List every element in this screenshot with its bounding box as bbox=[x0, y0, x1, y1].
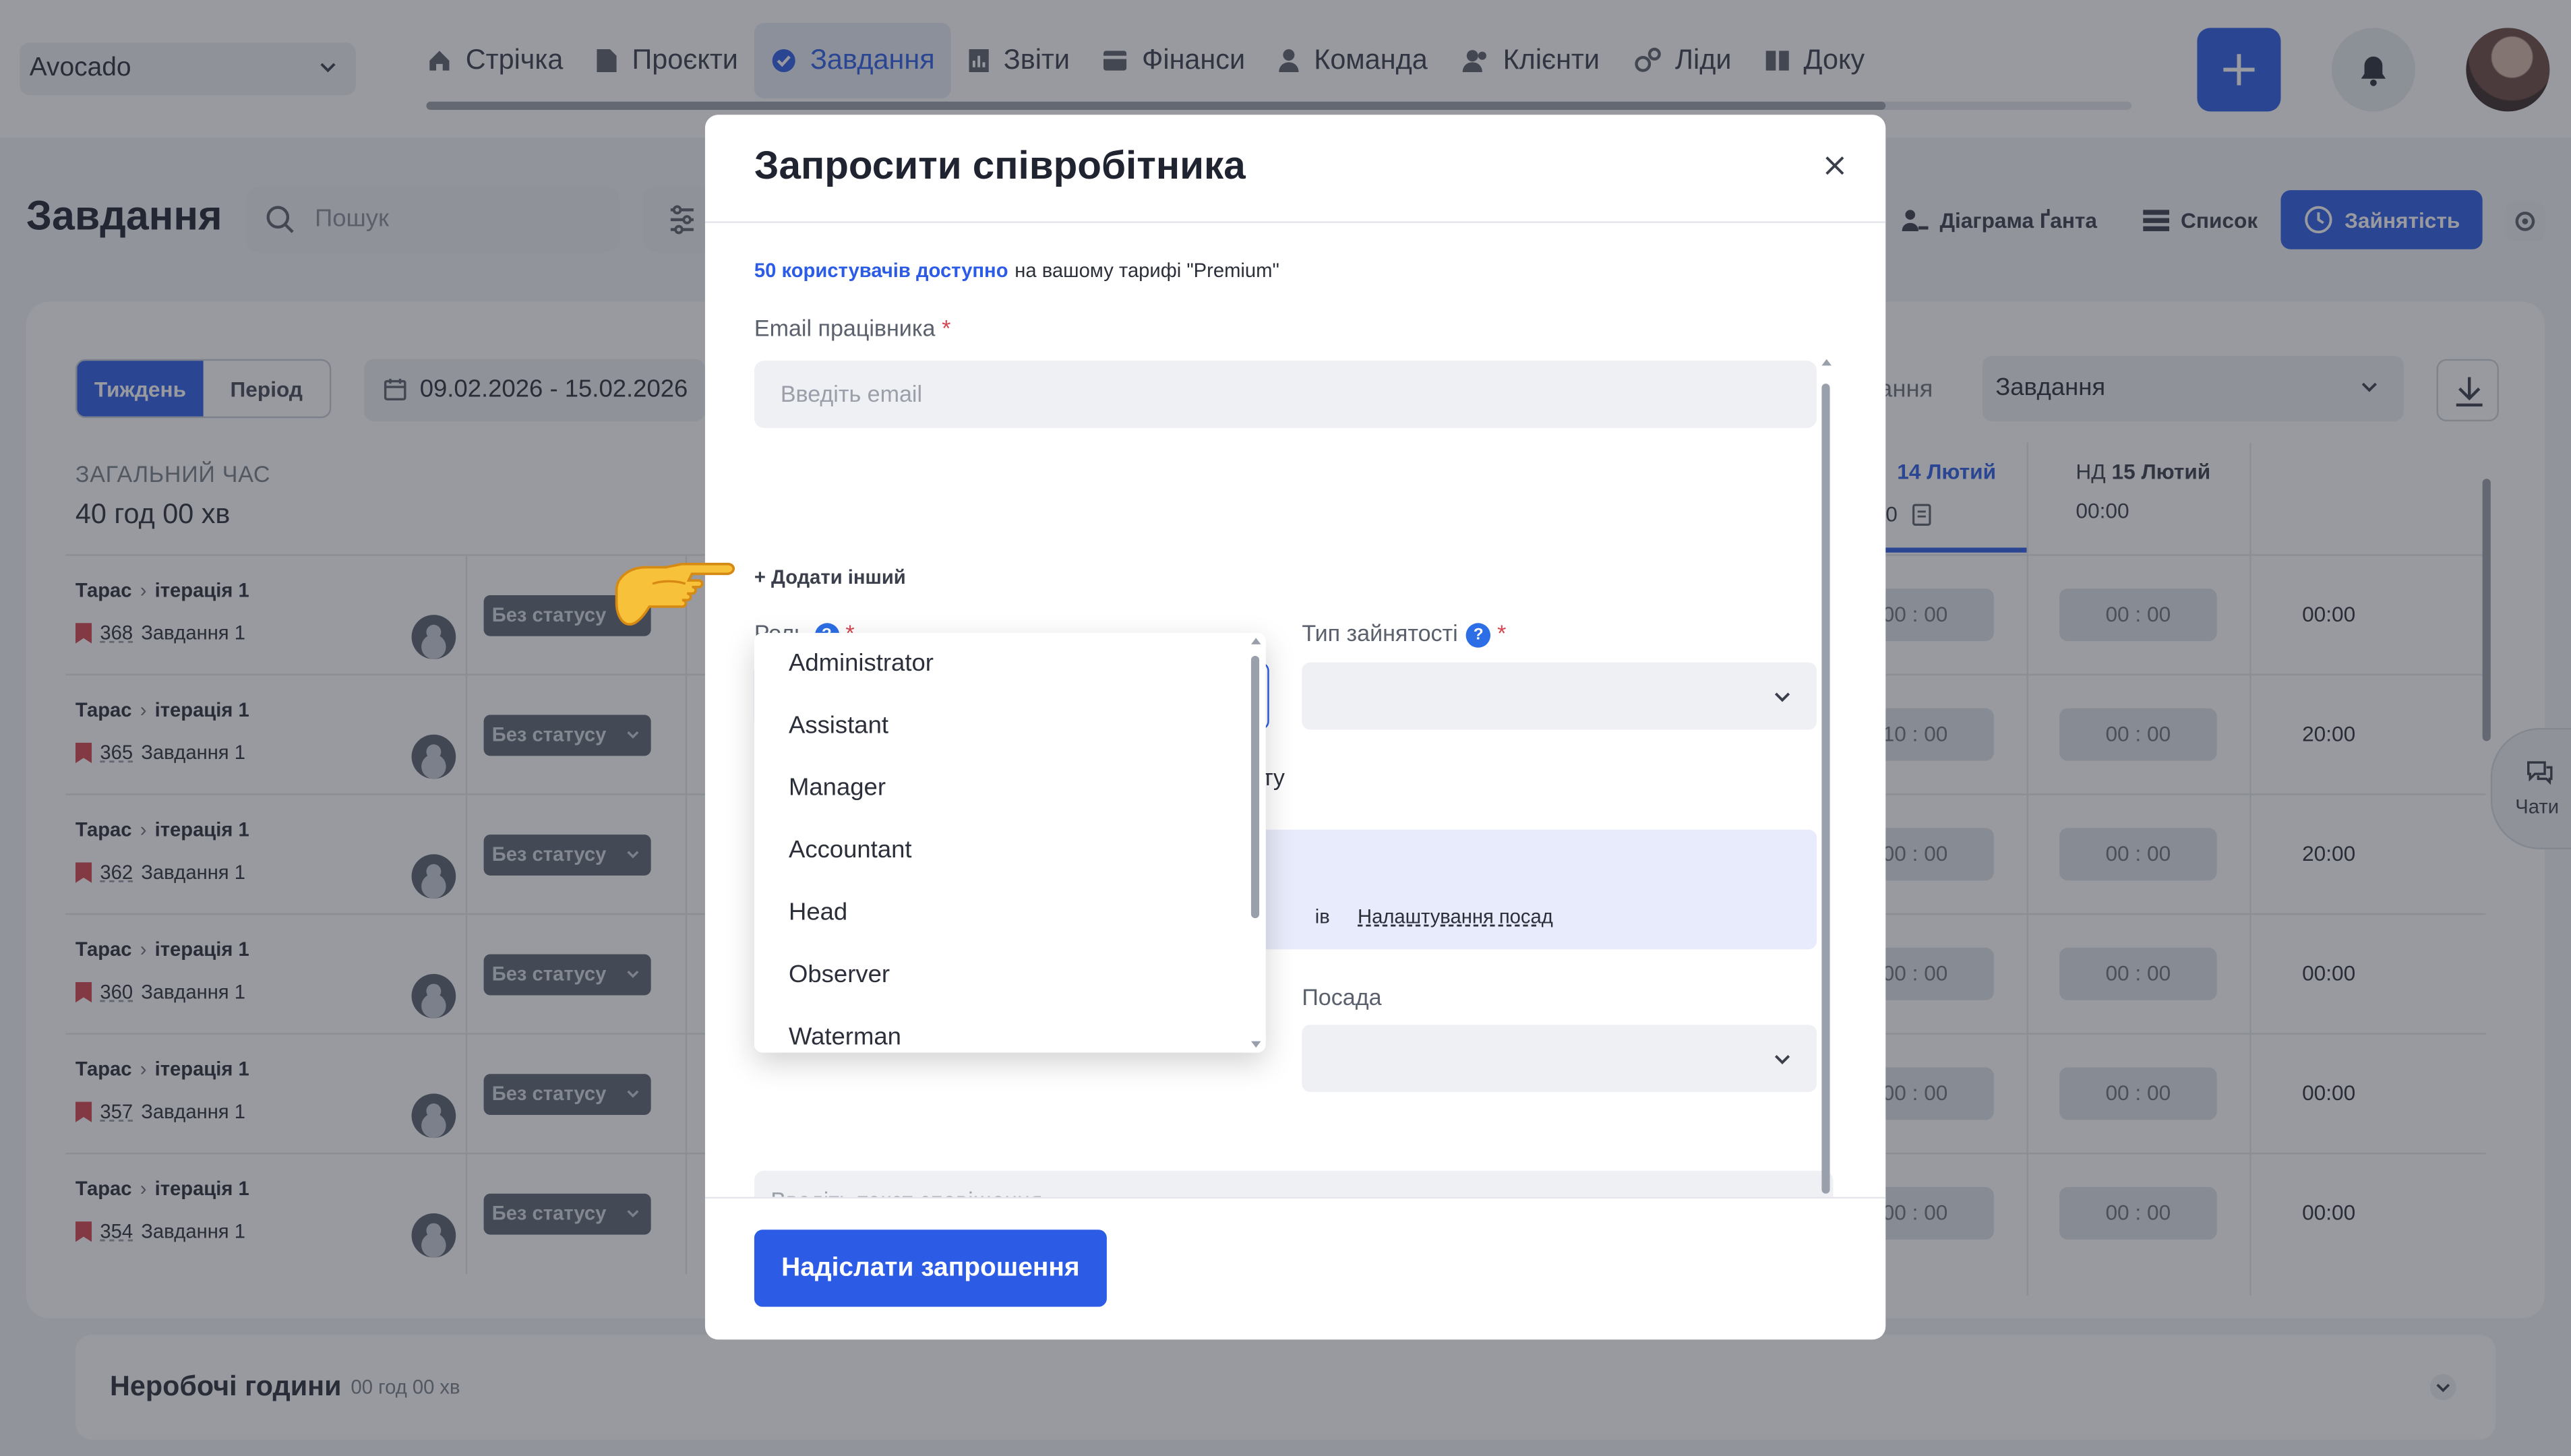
employment-label-text: Тип зайнятості bbox=[1302, 619, 1458, 646]
dropdown-scrollbar[interactable] bbox=[1249, 638, 1262, 1048]
modal-title: Запросити співробітника bbox=[754, 144, 1246, 189]
message-placeholder: Введіть текст сповіщення bbox=[770, 1187, 1042, 1197]
send-invitation-button[interactable]: Надіслати запрошення bbox=[754, 1230, 1107, 1307]
required-marker: * bbox=[1497, 619, 1507, 646]
message-textarea[interactable]: Введіть текст сповіщення bbox=[754, 1170, 1834, 1197]
role-option-manager[interactable]: Manager bbox=[789, 774, 886, 801]
divider bbox=[704, 1196, 1886, 1199]
scroll-up-icon[interactable] bbox=[1249, 636, 1262, 646]
chevron-down-icon bbox=[1774, 692, 1790, 702]
plan-availability: 50 користувачів доступно на вашому тарифі… bbox=[754, 259, 1279, 282]
role-option-waterman[interactable]: Waterman bbox=[789, 1023, 901, 1051]
positions-settings-link[interactable]: Налаштування посад bbox=[1358, 905, 1553, 928]
chevron-down-icon bbox=[1774, 1055, 1790, 1064]
employment-type-label: Тип зайнятості? * bbox=[1302, 619, 1507, 648]
email-label: Email працівника * bbox=[754, 315, 951, 341]
hidden-label-fragment: ту bbox=[1262, 764, 1285, 791]
required-marker: * bbox=[942, 315, 951, 341]
email-label-text: Email працівника bbox=[754, 315, 936, 341]
scroll-up-icon[interactable] bbox=[1820, 357, 1833, 367]
role-option-observer[interactable]: Observer bbox=[789, 961, 890, 988]
close-icon[interactable] bbox=[1823, 154, 1846, 177]
role-option-head[interactable]: Head bbox=[789, 899, 847, 926]
role-option-administrator[interactable]: Administrator bbox=[789, 649, 934, 677]
info-fragment: ів bbox=[1314, 905, 1330, 928]
help-icon[interactable]: ? bbox=[1465, 622, 1491, 648]
pointing-hand-icon bbox=[615, 562, 735, 626]
role-option-accountant[interactable]: Accountant bbox=[789, 837, 912, 864]
email-placeholder: Введіть email bbox=[780, 380, 923, 407]
employment-type-select[interactable] bbox=[1302, 662, 1817, 730]
role-options-dropdown: Administrator Assistant Manager Accounta… bbox=[754, 632, 1266, 1053]
email-field[interactable]: Введіть email bbox=[754, 361, 1817, 428]
scroll-down-icon[interactable] bbox=[1249, 1039, 1262, 1050]
plan-text: на вашому тарифі "Premium" bbox=[1015, 259, 1279, 282]
users-available-link[interactable]: 50 користувачів доступно bbox=[754, 259, 1008, 282]
modal-scrollbar[interactable] bbox=[1820, 359, 1833, 1197]
position-select[interactable] bbox=[1302, 1025, 1817, 1092]
position-label: Посада bbox=[1302, 983, 1382, 1010]
role-option-assistant[interactable]: Assistant bbox=[789, 712, 888, 739]
add-another-link[interactable]: + Додати інший bbox=[754, 566, 906, 588]
